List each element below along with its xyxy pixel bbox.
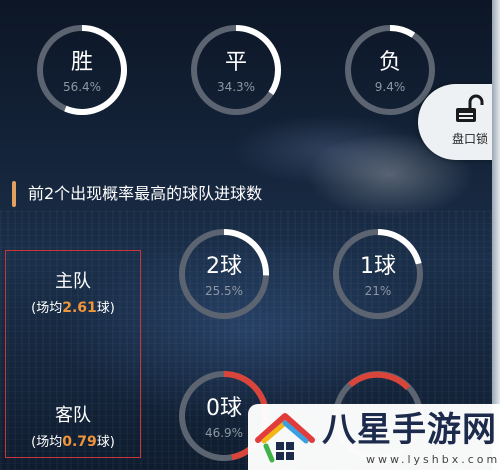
away-average-goals: (场均0.79球) <box>6 433 140 452</box>
section-title: 前2个出现概率最高的球队进球数 <box>28 184 263 203</box>
away-avg-value: 0.79 <box>62 434 97 450</box>
win-probability-gauge: 胜 56.4% <box>34 22 130 118</box>
home-goals-1-label: 1球 <box>360 254 396 279</box>
home-team-label: 主队 <box>55 271 91 292</box>
win-label: 胜 <box>70 50 93 75</box>
home-goals-1-percent: 21% <box>364 284 392 298</box>
draw-percent: 34.3% <box>216 80 256 94</box>
unlocked-padlock-icon <box>456 94 484 122</box>
home-goals-2-label: 2球 <box>206 254 242 279</box>
site-watermark: 八星手游网 www.lyshbx.com <box>248 404 500 470</box>
right-edge-panel <box>492 0 500 470</box>
home-goals-2-gauge: 2球 25.5% <box>176 226 272 322</box>
loss-percent: 9.4% <box>374 80 406 94</box>
odds-lock-button[interactable]: 盘口锁 <box>418 84 500 160</box>
lock-button-label: 盘口锁 <box>452 132 489 146</box>
win-percent: 56.4% <box>62 80 102 94</box>
draw-label: 平 <box>224 50 247 75</box>
section-accent-bar <box>12 181 16 207</box>
match-prediction-screen: 胜 56.4% 平 34.3% 负 9.4% 盘口锁 前2个出现概率最高的球队进… <box>0 0 500 470</box>
watermark-title: 八星手游网 <box>322 410 497 450</box>
away-avg-suffix: 球) <box>96 435 115 450</box>
house-logo-icon <box>255 413 315 463</box>
loss-label: 负 <box>378 50 401 75</box>
home-average-goals: (场均2.61球) <box>6 299 140 318</box>
home-goals-2-percent: 25.5% <box>204 284 244 298</box>
watermark-url: www.lyshbx.com <box>366 453 500 466</box>
home-avg-value: 2.61 <box>62 300 97 316</box>
home-avg-suffix: 球) <box>96 301 115 316</box>
away-team-label: 客队 <box>55 405 91 426</box>
team-summary-box: 主队 (场均2.61球) 客队 (场均0.79球) <box>5 250 141 458</box>
draw-probability-gauge: 平 34.3% <box>188 22 284 118</box>
home-goals-1-gauge: 1球 21% <box>330 226 426 322</box>
home-avg-prefix: (场均 <box>31 301 63 316</box>
away-avg-prefix: (场均 <box>31 435 63 450</box>
